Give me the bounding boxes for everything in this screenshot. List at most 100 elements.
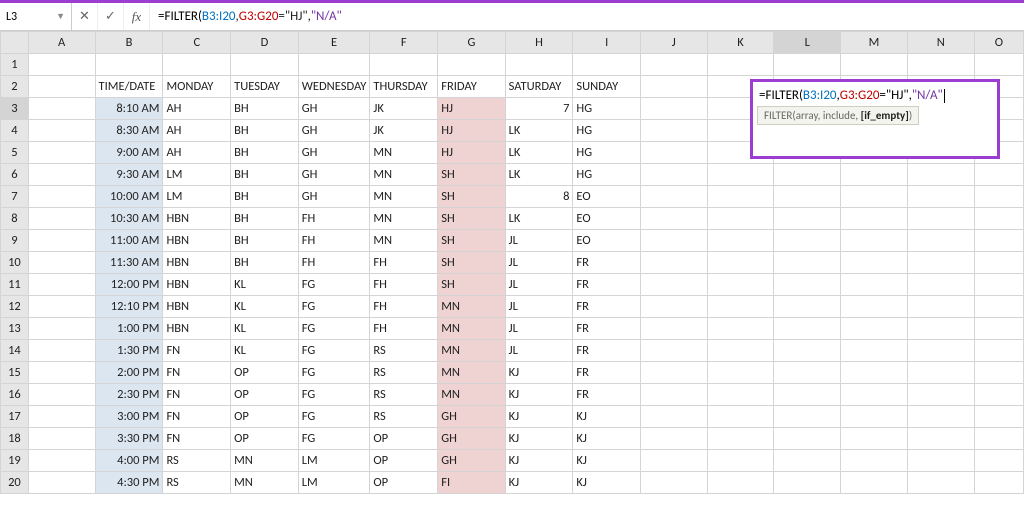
cell-N9[interactable]	[907, 230, 974, 252]
cell-F1[interactable]	[370, 54, 438, 76]
cell-A14[interactable]	[28, 340, 95, 362]
cell-B20[interactable]: 4:30 PM	[95, 472, 163, 494]
cell-G3[interactable]: HJ	[438, 98, 505, 120]
cell-G16[interactable]: MN	[438, 384, 505, 406]
cell-I19[interactable]: KJ	[573, 450, 641, 472]
cell-A2[interactable]	[28, 76, 95, 98]
cell-D8[interactable]: BH	[231, 208, 299, 230]
cell-O20[interactable]	[974, 472, 1023, 494]
cell-C19[interactable]: RS	[163, 450, 231, 472]
cell-H18[interactable]: KJ	[505, 428, 573, 450]
cell-I11[interactable]: FR	[573, 274, 641, 296]
cell-F17[interactable]: RS	[370, 406, 438, 428]
cell-B10[interactable]: 11:30 AM	[95, 252, 163, 274]
formula-input[interactable]: =FILTER(B3:I20,G3:G20="HJ","N/A"	[150, 7, 1024, 26]
cell-J2[interactable]	[640, 76, 707, 98]
cell-F4[interactable]: JK	[370, 120, 438, 142]
cell-K7[interactable]	[707, 186, 774, 208]
cell-D10[interactable]: BH	[231, 252, 299, 274]
cell-E16[interactable]: FG	[298, 384, 370, 406]
cell-E6[interactable]: GH	[298, 164, 370, 186]
cell-G9[interactable]: SH	[438, 230, 505, 252]
cell-D7[interactable]: BH	[231, 186, 299, 208]
cell-I10[interactable]: FR	[573, 252, 641, 274]
cell-E9[interactable]: FH	[298, 230, 370, 252]
cell-A7[interactable]	[28, 186, 95, 208]
cell-B17[interactable]: 3:00 PM	[95, 406, 163, 428]
row-head-1[interactable]: 1	[1, 54, 29, 76]
cell-K16[interactable]	[707, 384, 774, 406]
cell-B3[interactable]: 8:10 AM	[95, 98, 163, 120]
cell-A8[interactable]	[28, 208, 95, 230]
cell-O17[interactable]	[974, 406, 1023, 428]
cell-M20[interactable]	[841, 472, 908, 494]
cell-H1[interactable]	[505, 54, 573, 76]
cell-C9[interactable]: HBN	[163, 230, 231, 252]
cell-H16[interactable]: KJ	[505, 384, 573, 406]
cell-D15[interactable]: OP	[231, 362, 299, 384]
cell-K1[interactable]	[707, 54, 774, 76]
cell-L19[interactable]	[774, 450, 841, 472]
cell-H2[interactable]: SATURDAY	[505, 76, 573, 98]
cell-I2[interactable]: SUNDAY	[573, 76, 641, 98]
cell-M15[interactable]	[841, 362, 908, 384]
cell-N16[interactable]	[907, 384, 974, 406]
row-head-14[interactable]: 14	[1, 340, 29, 362]
cell-A17[interactable]	[28, 406, 95, 428]
spreadsheet-grid[interactable]: ABCDEFGHIJKLMNO12TIME/DATEMONDAYTUESDAYW…	[0, 31, 1024, 506]
cell-G19[interactable]: GH	[438, 450, 505, 472]
row-head-20[interactable]: 20	[1, 472, 29, 494]
cell-A5[interactable]	[28, 142, 95, 164]
cell-B6[interactable]: 9:30 AM	[95, 164, 163, 186]
row-head-9[interactable]: 9	[1, 230, 29, 252]
cell-C10[interactable]: HBN	[163, 252, 231, 274]
cell-D4[interactable]: BH	[231, 120, 299, 142]
cell-E10[interactable]: FH	[298, 252, 370, 274]
col-head-J[interactable]: J	[640, 32, 707, 54]
cell-M17[interactable]	[841, 406, 908, 428]
cell-K18[interactable]	[707, 428, 774, 450]
cell-A11[interactable]	[28, 274, 95, 296]
cell-K19[interactable]	[707, 450, 774, 472]
cell-H4[interactable]: LK	[505, 120, 573, 142]
cell-J7[interactable]	[640, 186, 707, 208]
cell-O16[interactable]	[974, 384, 1023, 406]
cell-H9[interactable]: JL	[505, 230, 573, 252]
cell-B12[interactable]: 12:10 PM	[95, 296, 163, 318]
cell-F3[interactable]: JK	[370, 98, 438, 120]
cell-M6[interactable]	[841, 164, 908, 186]
cell-J3[interactable]	[640, 98, 707, 120]
cell-J20[interactable]	[640, 472, 707, 494]
cell-O9[interactable]	[974, 230, 1023, 252]
cell-I3[interactable]: HG	[573, 98, 641, 120]
cell-G13[interactable]: MN	[438, 318, 505, 340]
cell-J12[interactable]	[640, 296, 707, 318]
cell-E2[interactable]: WEDNESDAY	[298, 76, 370, 98]
cell-J10[interactable]	[640, 252, 707, 274]
cell-L12[interactable]	[774, 296, 841, 318]
cell-O18[interactable]	[974, 428, 1023, 450]
row-head-6[interactable]: 6	[1, 164, 29, 186]
cell-J11[interactable]	[640, 274, 707, 296]
row-head-3[interactable]: 3	[1, 98, 29, 120]
cell-F15[interactable]: RS	[370, 362, 438, 384]
cell-M18[interactable]	[841, 428, 908, 450]
cell-H17[interactable]: KJ	[505, 406, 573, 428]
cell-J14[interactable]	[640, 340, 707, 362]
cell-L14[interactable]	[774, 340, 841, 362]
cell-N17[interactable]	[907, 406, 974, 428]
cell-F7[interactable]: MN	[370, 186, 438, 208]
cell-F19[interactable]: OP	[370, 450, 438, 472]
cell-H13[interactable]: JL	[505, 318, 573, 340]
cell-J13[interactable]	[640, 318, 707, 340]
cell-O19[interactable]	[974, 450, 1023, 472]
cell-K10[interactable]	[707, 252, 774, 274]
cell-H3[interactable]: 7	[505, 98, 573, 120]
cell-H14[interactable]: JL	[505, 340, 573, 362]
col-head-O[interactable]: O	[974, 32, 1023, 54]
cell-I17[interactable]: KJ	[573, 406, 641, 428]
cell-M1[interactable]	[841, 54, 908, 76]
row-head-12[interactable]: 12	[1, 296, 29, 318]
cell-C11[interactable]: HBN	[163, 274, 231, 296]
cell-D3[interactable]: BH	[231, 98, 299, 120]
